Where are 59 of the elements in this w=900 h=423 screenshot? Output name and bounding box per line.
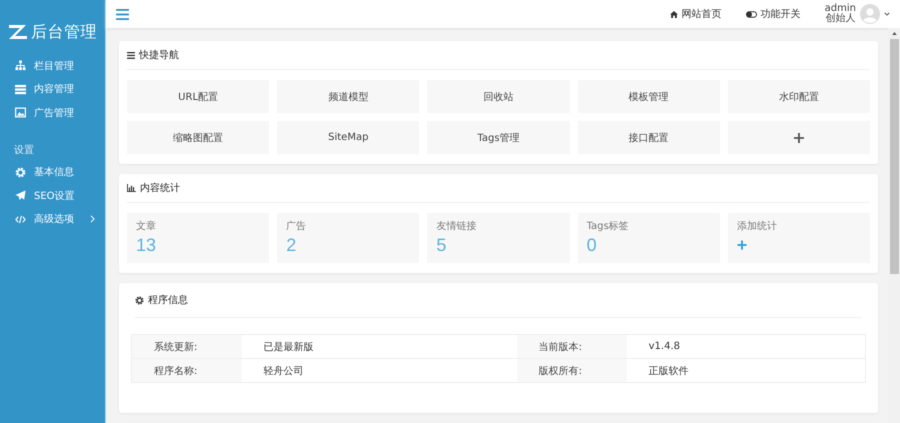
image-icon [15,107,26,118]
code-icon [15,214,26,225]
shortcut-button[interactable]: 回收站 [427,80,570,113]
info-label: 当前版本: [516,334,627,358]
scrollbar-thumb[interactable] [890,39,898,274]
header-link[interactable]: 功能开关 [746,7,801,21]
stat-tile[interactable]: 友情链接 5 [427,213,570,263]
shortcut-button[interactable]: URL配置 [127,80,270,113]
scroll-up-icon[interactable] [892,32,896,35]
logo-text: 后台管理 [31,22,97,42]
card-title: 程序信息 [148,294,188,307]
sitemap-icon [15,60,26,72]
shortcut-button[interactable]: 水印配置 [728,80,870,113]
card-title: 快捷导航 [139,48,179,62]
toggle-icon [746,10,757,18]
list-icon [15,84,26,95]
card-title: 内容统计 [140,182,180,195]
shortcut-button[interactable]: 缩略图配置 [127,121,270,154]
stat-tile[interactable]: 添加统计 + [728,213,870,263]
gear-icon [135,296,144,304]
stat-tile[interactable]: Tags标签 0 [578,213,720,263]
gear-icon [15,166,26,178]
stat-label: 文章 [136,220,157,233]
user-role: 创始人 [825,14,856,24]
stat-label: 广告 [286,220,308,233]
logo-icon [8,24,28,40]
list-icon [127,52,135,58]
info-value: v1.4.8 [626,334,866,358]
add-shortcut-button[interactable]: + [728,121,870,154]
info-value: 轻舟公司 [242,358,517,382]
stat-label: 添加统计 [736,220,778,233]
bar-chart-icon [127,184,136,192]
info-value: 正版软件 [626,358,866,382]
sidebar-section-title: 设置 [13,144,35,158]
chevron-right-icon [90,215,95,224]
shortcut-button[interactable]: 频道模型 [277,80,420,113]
info-label: 系统更新: [132,334,242,358]
stat-value: 2 [286,235,298,256]
shortcut-button[interactable]: Tags管理 [427,121,570,154]
stat-label: 友情链接 [436,220,478,233]
stat-value: + [736,235,748,256]
menu-icon[interactable] [116,8,129,20]
info-value: 已是最新版 [242,334,517,358]
header-link[interactable]: 网站首页 [670,7,722,21]
stat-tile[interactable]: 文章 13 [127,213,270,263]
stat-value: 13 [136,235,158,256]
info-label: 版权所有: [516,358,627,382]
shortcut-button[interactable]: 模板管理 [578,80,720,113]
home-icon [670,10,678,18]
stat-label: Tags标签 [586,220,630,233]
user-name: admin [824,4,856,14]
stat-value: 0 [586,235,598,256]
shortcut-button[interactable]: SiteMap [277,121,420,154]
caret-icon[interactable] [884,12,890,16]
stat-tile[interactable]: 广告 2 [277,213,420,263]
shortcut-button[interactable]: 接口配置 [578,121,720,154]
stat-value: 5 [436,235,448,256]
paper-plane-icon [15,190,26,202]
info-label: 程序名称: [132,358,242,382]
